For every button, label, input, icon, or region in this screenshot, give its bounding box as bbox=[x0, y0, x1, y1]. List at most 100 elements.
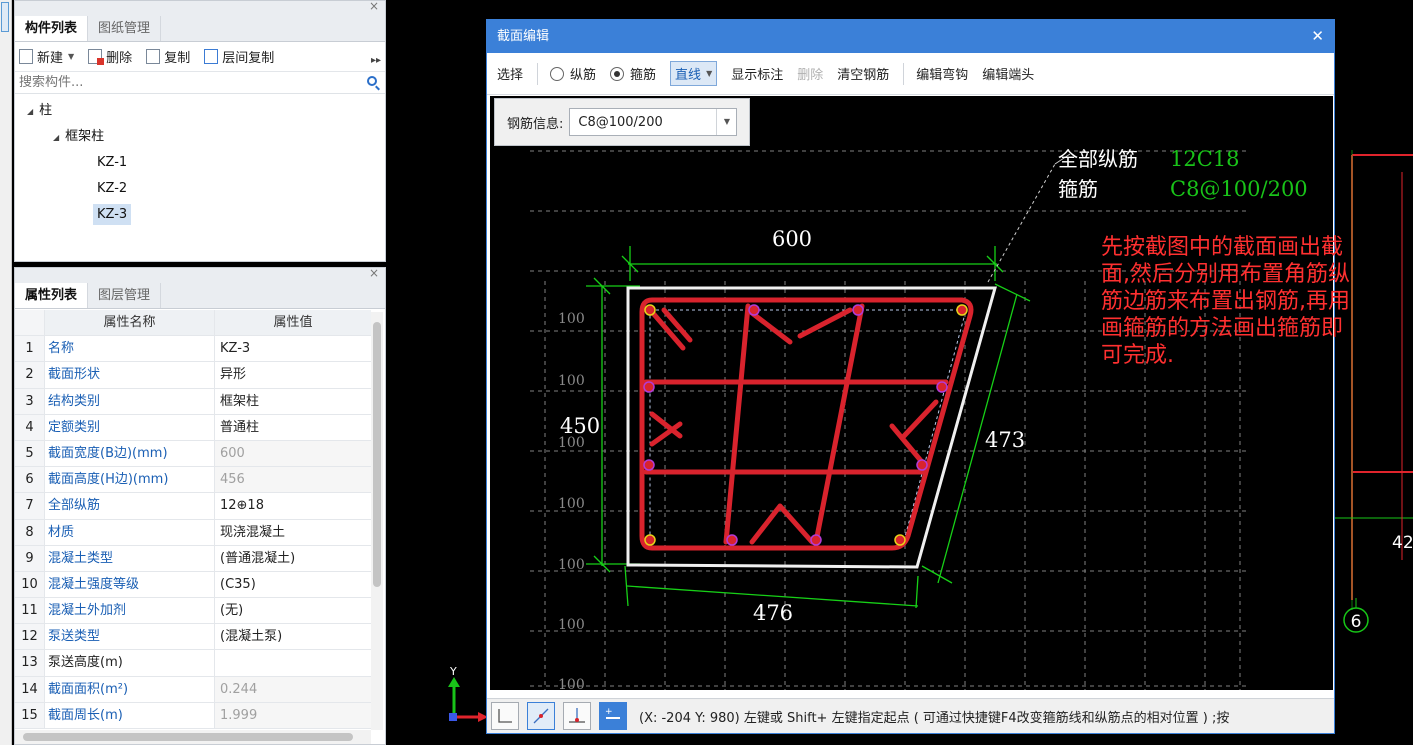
tree-item-kz-3[interactable]: KZ-3 bbox=[15, 202, 385, 228]
table-row[interactable]: 5 截面宽度(B边)(mm) 600 bbox=[15, 440, 371, 468]
property-value[interactable]: 异形 bbox=[215, 362, 371, 387]
property-value[interactable]: (混凝土泵) bbox=[215, 624, 371, 649]
search-input[interactable] bbox=[19, 75, 349, 90]
radio-checked-icon[interactable] bbox=[610, 66, 625, 81]
table-row[interactable]: 8 材质 现浇混凝土 bbox=[15, 519, 371, 546]
property-value[interactable] bbox=[215, 650, 371, 675]
rebar-info-label: 钢筋信息: bbox=[507, 116, 564, 132]
property-value[interactable]: 12⊕18 bbox=[215, 493, 371, 518]
table-row[interactable]: 10 混凝土强度等级 (C35) bbox=[15, 571, 371, 599]
tab-property-list[interactable]: 属性列表 bbox=[15, 283, 89, 308]
legend-all-long-label: 全部纵筋 bbox=[1058, 147, 1138, 171]
legend-all-long-value: 12C18 bbox=[1170, 147, 1240, 171]
property-value[interactable]: 现浇混凝土 bbox=[215, 520, 371, 545]
radio-icon[interactable] bbox=[550, 66, 565, 81]
close-icon[interactable]: × bbox=[369, 0, 379, 13]
table-row[interactable]: 1 名称 KZ-3 bbox=[15, 336, 371, 363]
table-row[interactable]: 12 泵送类型 (混凝土泵) bbox=[15, 624, 371, 651]
line-mode-dropdown[interactable]: 直线 ▼ bbox=[670, 61, 718, 86]
tree-node-column[interactable]: ◢ 柱 bbox=[15, 98, 385, 124]
edit-end-button[interactable]: 编辑端头 bbox=[982, 64, 1034, 83]
tree-item-kz-1[interactable]: KZ-1 bbox=[15, 150, 385, 176]
toolbar-overflow-icon[interactable]: ▸▸ bbox=[371, 55, 381, 66]
new-button[interactable]: 新建 ▼ bbox=[19, 47, 74, 66]
property-value[interactable]: (C35) bbox=[215, 572, 371, 597]
property-value[interactable]: (无) bbox=[215, 598, 371, 623]
corner-bar[interactable] bbox=[894, 534, 906, 546]
tree-item-kz-2[interactable]: KZ-2 bbox=[15, 176, 385, 202]
delete-button[interactable]: 删除 bbox=[88, 47, 132, 66]
table-row[interactable]: 9 混凝土类型 (普通混凝土) bbox=[15, 545, 371, 572]
edit-hook-button[interactable]: 编辑弯钩 bbox=[916, 64, 968, 83]
stirrup-radio[interactable]: 箍筋 bbox=[610, 64, 656, 83]
property-value[interactable]: KZ-3 bbox=[215, 336, 371, 361]
orthogonal-mode-button[interactable] bbox=[491, 702, 519, 730]
dialog-status-bar: + (X: -204 Y: 980) 左键或 Shift+ 左键指定起点 ( 可… bbox=[487, 698, 1334, 733]
snap-line-button[interactable] bbox=[527, 702, 555, 730]
floor-copy-button[interactable]: 层间复制 bbox=[204, 47, 274, 66]
delete-button[interactable]: 删除 bbox=[797, 64, 823, 83]
table-row[interactable]: 6 截面高度(H边)(mm) 456 bbox=[15, 467, 371, 494]
table-row[interactable]: 3 结构类别 框架柱 bbox=[15, 388, 371, 415]
corner-bar[interactable] bbox=[956, 304, 968, 316]
edge-bar[interactable] bbox=[936, 381, 948, 393]
row-number: 8 bbox=[15, 519, 45, 545]
edge-bar[interactable] bbox=[852, 304, 864, 316]
longitudinal-radio[interactable]: 纵筋 bbox=[550, 64, 596, 83]
corner-bar[interactable] bbox=[644, 304, 656, 316]
property-name: 定额类别 bbox=[45, 414, 215, 440]
table-row[interactable]: 11 混凝土外加剂 (无) bbox=[15, 598, 371, 625]
table-row[interactable]: 7 全部纵筋 12⊕18 bbox=[15, 493, 371, 520]
select-button[interactable]: 选择 bbox=[497, 64, 523, 83]
property-name: 混凝土强度等级 bbox=[45, 571, 215, 598]
property-value[interactable]: 普通柱 bbox=[215, 415, 371, 440]
component-tabs: 构件列表 图纸管理 bbox=[15, 16, 385, 42]
property-name: 混凝土外加剂 bbox=[45, 598, 215, 624]
axis-label: 6 bbox=[1351, 612, 1362, 632]
offset-button[interactable]: + bbox=[599, 702, 627, 730]
dim-bottom: 476 bbox=[753, 601, 793, 625]
collapse-icon[interactable]: ◢ bbox=[27, 107, 33, 116]
edge-bar[interactable] bbox=[643, 381, 655, 393]
tab-layer-management[interactable]: 图层管理 bbox=[88, 283, 162, 308]
close-icon[interactable]: × bbox=[369, 266, 379, 280]
table-row[interactable]: 4 定额类别 普通柱 bbox=[15, 414, 371, 441]
chevron-down-icon[interactable]: ▼ bbox=[68, 52, 74, 61]
edge-bar[interactable] bbox=[643, 459, 655, 471]
tab-drawing-management[interactable]: 图纸管理 bbox=[88, 16, 162, 41]
corner-bar[interactable] bbox=[644, 534, 656, 546]
perpendicular-button[interactable] bbox=[563, 702, 591, 730]
row-number: 11 bbox=[15, 598, 45, 624]
vertical-scrollbar[interactable] bbox=[371, 312, 383, 730]
edge-bar[interactable] bbox=[916, 459, 928, 471]
section-canvas[interactable]: 600 450 473 476 100 100 100 100 100 100 100 bbox=[490, 96, 1333, 690]
collapse-icon[interactable]: ◢ bbox=[53, 133, 59, 142]
clear-rebar-button[interactable]: 清空钢筋 bbox=[837, 64, 889, 83]
table-row[interactable]: 15 截面周长(m) 1.999 bbox=[15, 702, 371, 729]
component-search bbox=[15, 72, 385, 94]
search-icon[interactable] bbox=[367, 76, 377, 86]
property-list-panel: × 属性列表 图层管理 属性名称 属性值 1 名称 KZ-3 2 截面形状 异形 3 结构类别… bbox=[14, 266, 386, 745]
dock-tab[interactable] bbox=[1, 2, 9, 32]
left-dock-strip bbox=[0, 0, 12, 745]
horizontal-scrollbar[interactable] bbox=[15, 730, 371, 744]
property-value[interactable]: (普通混凝土) bbox=[215, 546, 371, 571]
grid-label: 100 bbox=[558, 677, 585, 690]
chevron-down-icon[interactable]: ▼ bbox=[716, 109, 736, 135]
tree-node-frame-column[interactable]: ◢ 框架柱 bbox=[15, 124, 385, 150]
edge-bar[interactable] bbox=[810, 534, 822, 546]
close-icon[interactable]: ✕ bbox=[1311, 20, 1324, 53]
tab-component-list[interactable]: 构件列表 bbox=[15, 16, 89, 41]
show-annotation-button[interactable]: 显示标注 bbox=[731, 64, 783, 83]
note-line: 筋边筋来布置出钢筋,再用 bbox=[1101, 289, 1350, 314]
edge-bar[interactable] bbox=[726, 534, 738, 546]
copy-button[interactable]: 复制 bbox=[146, 47, 190, 66]
rebar-info-select[interactable]: C8@100/200 ▼ bbox=[569, 108, 738, 136]
table-row[interactable]: 13 泵送高度(m) bbox=[15, 650, 371, 677]
table-row[interactable]: 14 截面面积(m²) 0.244 bbox=[15, 676, 371, 703]
table-row[interactable]: 2 截面形状 异形 bbox=[15, 362, 371, 389]
edge-bar[interactable] bbox=[748, 304, 760, 316]
row-number: 7 bbox=[15, 493, 45, 519]
property-value[interactable]: 框架柱 bbox=[215, 389, 371, 414]
legend-stirrup-label: 箍筋 bbox=[1058, 177, 1098, 201]
